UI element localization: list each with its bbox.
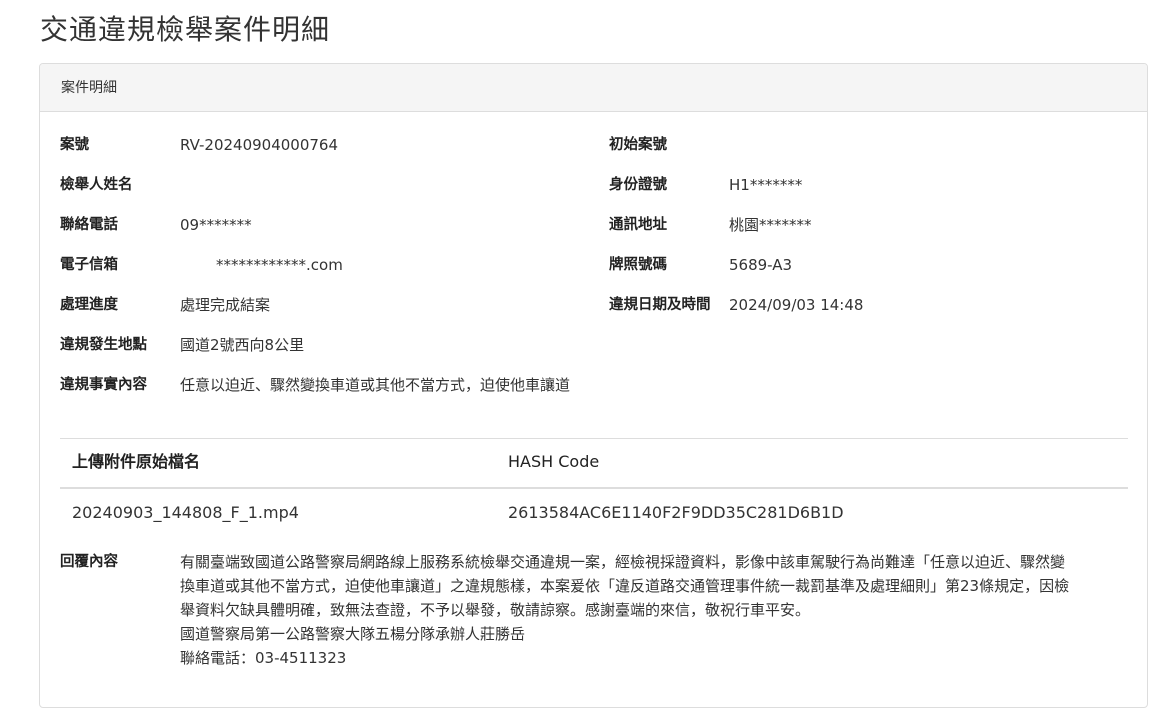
attachment-filename[interactable]: 20240903_144808_F_1.mp4 [72, 489, 299, 537]
column-header-filename: 上傳附件原始檔名 [72, 452, 201, 471]
reply-line: 舉資料欠缺具體明確，致無法查證，不予以舉發，敬請諒察。感謝臺端的來信，敬祝行車平… [180, 601, 811, 619]
field-label: 通訊地址 [609, 217, 667, 233]
plate-value: 5689-A3 [729, 256, 793, 274]
field-label: 電子信箱 [60, 257, 118, 273]
field-label: 違規日期及時間 [609, 297, 711, 313]
panel-heading: 案件明細 [40, 64, 1147, 112]
field-phone: 聯絡電話 09******* [60, 210, 600, 240]
field-label: 聯絡電話 [60, 217, 118, 233]
status-value: 處理完成結案 [180, 296, 271, 314]
attachment-hash: 2613584AC6E1140F2F9DD35C281D6B1D [508, 503, 844, 522]
page-title: 交通違規檢舉案件明細 [40, 13, 331, 46]
field-case-no: 案號 RV-20240904000764 [60, 130, 600, 160]
field-label: 檢舉人姓名 [60, 177, 133, 193]
case-detail-panel: 案件明細 案號 RV-20240904000764 初始案號 檢舉人姓名 身份證… [39, 63, 1148, 708]
field-label: 處理進度 [60, 297, 118, 313]
reply-line: 國道警察局第一公路警察大隊五楊分隊承辦人莊勝岳 [180, 625, 526, 643]
location-value: 國道2號西向8公里 [180, 336, 305, 354]
facts-value: 任意以迫近、驟然變換車道或其他不當方式，迫使他車讓道 [180, 376, 571, 394]
field-label: 違規發生地點 [60, 337, 147, 353]
violation-time-value: 2024/09/03 14:48 [729, 296, 864, 314]
field-original-case-no: 初始案號 [609, 130, 1129, 160]
field-location: 違規發生地點 國道2號西向8公里 [60, 330, 1128, 360]
field-plate: 牌照號碼 5689-A3 [609, 250, 1129, 280]
field-facts: 違規事實內容 任意以迫近、驟然變換車道或其他不當方式，迫使他車讓道 [60, 370, 1128, 400]
field-reporter-name: 檢舉人姓名 [60, 170, 600, 200]
column-header-hash: HASH Code [508, 452, 600, 471]
reply-line: 換車道或其他不當方式，迫使他車讓道」之違規態樣，本案爰依「違反道路交通管理事件統… [180, 577, 1070, 595]
id-no-value: H1******* [729, 176, 803, 194]
email-value: ************.com [216, 256, 343, 274]
field-id-no: 身份證號 H1******* [609, 170, 1129, 200]
reply-label: 回覆內容 [60, 554, 118, 570]
reply-line: 聯絡電話：03-4511323 [180, 649, 347, 667]
field-address: 通訊地址 桃園******* [609, 210, 1129, 240]
field-violation-time: 違規日期及時間 2024/09/03 14:48 [609, 290, 1129, 320]
case-no-value: RV-20240904000764 [180, 136, 339, 154]
field-label: 初始案號 [609, 137, 667, 153]
field-label: 牌照號碼 [609, 257, 667, 273]
address-value: 桃園******* [729, 216, 812, 234]
reply-content: 有關臺端致國道公路警察局網路線上服務系統檢舉交通違規一案，經檢視採證資料，影像中… [180, 550, 1132, 670]
field-label: 違規事實內容 [60, 377, 147, 393]
phone-value: 09******* [180, 216, 252, 234]
reply-line: 有關臺端致國道公路警察局網路線上服務系統檢舉交通違規一案，經檢視採證資料，影像中… [180, 553, 1066, 571]
field-status: 處理進度 處理完成結案 [60, 290, 600, 320]
field-label: 身份證號 [609, 177, 667, 193]
field-email: 電子信箱 ************.com [60, 250, 600, 280]
field-label: 案號 [60, 137, 89, 153]
